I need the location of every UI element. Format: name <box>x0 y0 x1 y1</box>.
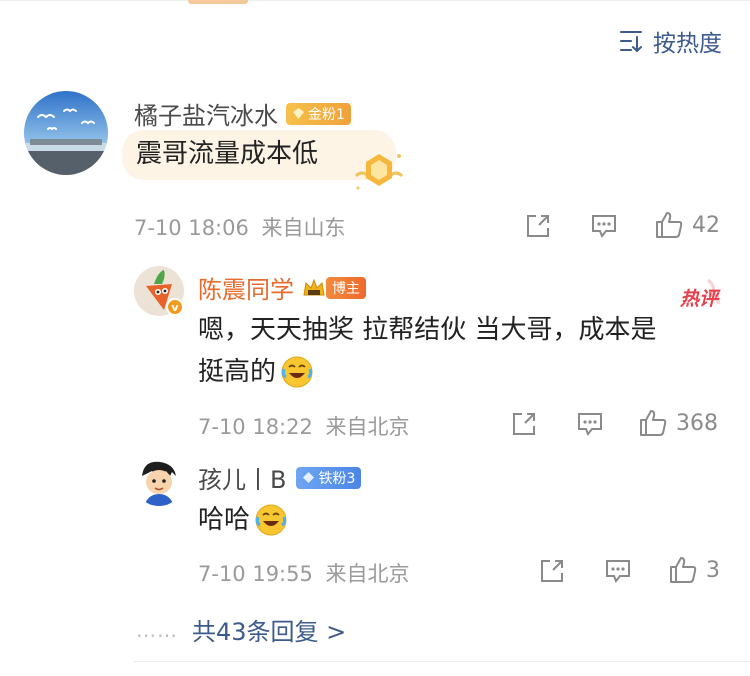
share-button[interactable] <box>524 212 552 240</box>
reply2-share-button[interactable] <box>538 557 566 585</box>
reply-comment-button[interactable] <box>576 410 604 438</box>
share-icon <box>527 215 549 237</box>
hot-comment-tag: 热评 <box>679 288 718 310</box>
laugh-cry-emoji <box>255 504 287 536</box>
more-replies-dots: …… <box>136 617 178 642</box>
reply2-username[interactable]: 孩儿丨B <box>198 460 286 495</box>
like-count: 42 <box>692 212 720 238</box>
reply-like-count: 368 <box>676 410 718 436</box>
reply-text-line1: 嗯，天天抽奖 拉帮结伙 当大哥，成本是 <box>198 315 657 345</box>
reply-location: 来自北京 <box>325 415 410 439</box>
bottom-divider <box>134 661 750 662</box>
diamond-icon <box>303 472 315 483</box>
gem-icon <box>293 108 304 119</box>
reply2-like-count: 3 <box>706 557 720 583</box>
fan-badge[interactable]: 金粉1 <box>286 102 351 125</box>
gold-badge-icon <box>354 154 404 190</box>
blogger-badge[interactable]: 博主 <box>326 276 366 299</box>
top-divider <box>0 0 750 1</box>
like-button[interactable]: 42 <box>654 210 720 240</box>
thumbs-up-icon <box>656 212 683 238</box>
iron-fan-badge[interactable]: 铁粉3 <box>296 466 362 489</box>
avatar[interactable] <box>24 91 108 175</box>
share-icon <box>513 413 535 435</box>
comment-icon <box>578 413 602 436</box>
fan-badge-label: 金粉1 <box>308 106 345 123</box>
avatar-image <box>24 91 108 175</box>
comment-location: 来自山东 <box>261 216 346 240</box>
top-tab-indicator <box>188 0 248 4</box>
thumbs-up-icon <box>640 410 667 436</box>
reply2-text: 哈哈 <box>198 505 251 535</box>
reply-share-button[interactable] <box>510 410 538 438</box>
crown-icon <box>303 278 325 295</box>
sort-by-heat-button[interactable]: 按热度 <box>619 24 722 58</box>
verified-icon: v <box>166 298 184 316</box>
thumbs-up-icon <box>670 557 697 583</box>
comment-button[interactable] <box>590 212 618 240</box>
sort-label: 按热度 <box>653 31 722 57</box>
reply2-comment-button[interactable] <box>604 557 632 585</box>
reply2-avatar[interactable] <box>134 456 184 506</box>
reply2-like-button[interactable]: 3 <box>668 555 720 585</box>
share-icon <box>541 560 563 582</box>
comment-username[interactable]: 橘子盐汽冰水 <box>134 96 278 131</box>
reply2-time: 7-10 19:55 <box>198 562 313 586</box>
sort-icon <box>620 31 642 53</box>
comment-time: 7-10 18:06 <box>134 216 249 240</box>
reply-username[interactable]: 陈震同学 <box>198 270 294 305</box>
view-all-replies-link[interactable]: 共43条回复 > <box>192 612 346 647</box>
reply2-location: 来自北京 <box>325 562 410 586</box>
comment-icon <box>606 560 630 583</box>
reply-like-button[interactable]: 368 <box>638 408 718 438</box>
iron-fan-badge-label: 铁粉3 <box>318 470 356 487</box>
cartoon-boy-avatar-image <box>134 456 184 506</box>
laugh-cry-emoji <box>281 356 313 388</box>
reply-time: 7-10 18:22 <box>198 415 313 439</box>
comment-text: 震哥流量成本低 <box>136 139 319 169</box>
reply-text-line2: 挺高的 <box>198 357 277 387</box>
comment-icon <box>592 215 616 238</box>
